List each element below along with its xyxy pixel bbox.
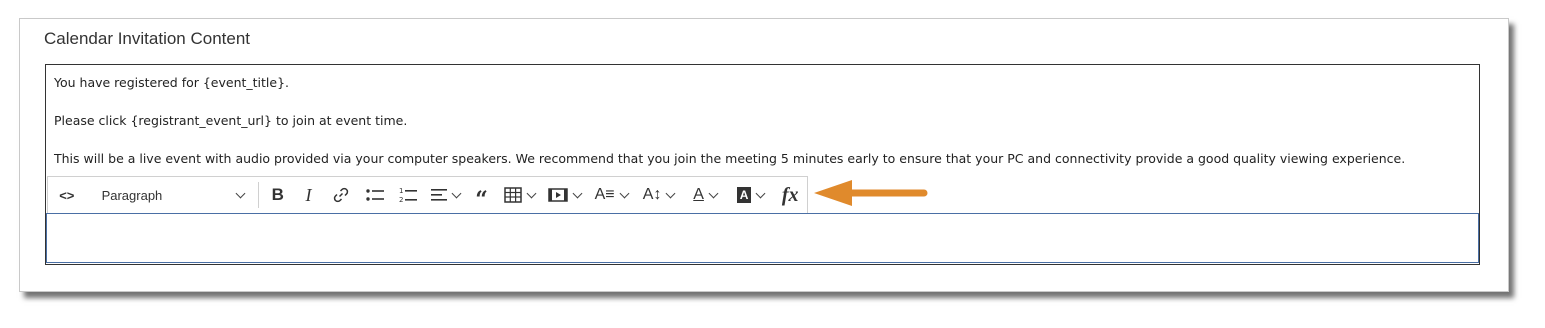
paragraph-format-select[interactable]: Paragraph	[86, 177, 254, 214]
toolbar-divider	[258, 182, 259, 208]
quote-icon: “	[475, 187, 488, 213]
link-icon	[333, 187, 349, 203]
svg-text:1: 1	[399, 187, 403, 195]
editor-paragraph[interactable]: Please click {registrant_event_url} to j…	[54, 113, 407, 128]
chevron-down-icon	[526, 188, 537, 198]
numbered-list-icon: 1 2	[399, 187, 418, 204]
editor-paragraph[interactable]: You have registered for {event_title}.	[54, 75, 289, 90]
chevron-down-icon	[665, 188, 676, 198]
align-left-icon	[431, 189, 448, 201]
svg-text:2: 2	[399, 196, 403, 204]
chevron-down-icon	[755, 188, 766, 198]
editor-paragraph[interactable]: This will be a live event with audio pro…	[54, 151, 1405, 166]
blockquote-button[interactable]: “	[467, 177, 497, 214]
editor-input-area[interactable]	[46, 213, 1479, 263]
section-title: Calendar Invitation Content	[44, 29, 251, 48]
rich-text-editor[interactable]: You have registered for {event_title}. P…	[45, 64, 1480, 265]
media-embed-dropdown[interactable]	[542, 177, 588, 214]
formula-button[interactable]: fx	[773, 177, 807, 214]
calendar-invitation-panel: Calendar Invitation Content You have reg…	[19, 18, 1509, 292]
font-family-dropdown[interactable]: A≡	[587, 177, 634, 214]
alignment-dropdown[interactable]	[425, 177, 467, 214]
source-code-button[interactable]: <>	[48, 177, 86, 214]
background-color-icon: A	[736, 187, 752, 203]
chevron-down-icon	[619, 188, 630, 198]
chevron-down-icon	[572, 188, 583, 198]
bold-icon: B	[271, 185, 284, 204]
bulleted-list-button[interactable]	[358, 177, 392, 214]
font-family-icon: A≡	[594, 186, 615, 203]
chevron-down-icon	[708, 188, 719, 198]
editor-toolbar: <> Paragraph B I 1 2 “ A≡ A↕ A A fx	[47, 176, 808, 213]
table-dropdown[interactable]	[496, 177, 542, 214]
numbered-list-button[interactable]: 1 2	[392, 177, 426, 214]
link-button[interactable]	[324, 177, 358, 214]
font-size-icon: A↕	[642, 186, 662, 203]
paragraph-format-label: Paragraph	[101, 187, 163, 203]
font-size-dropdown[interactable]: A↕	[635, 177, 682, 214]
chevron-down-icon	[452, 188, 462, 198]
media-icon	[548, 188, 568, 202]
font-color-dropdown[interactable]: A	[682, 177, 728, 214]
bulleted-list-icon	[366, 189, 384, 201]
bold-button[interactable]: B	[263, 177, 293, 214]
italic-button[interactable]: I	[293, 177, 325, 214]
background-color-dropdown[interactable]: A	[728, 177, 774, 214]
font-color-icon: A	[693, 186, 704, 203]
italic-icon: I	[305, 184, 312, 205]
table-icon	[503, 187, 522, 203]
chevron-down-icon	[235, 188, 246, 198]
callout-arrow-icon	[814, 180, 928, 206]
